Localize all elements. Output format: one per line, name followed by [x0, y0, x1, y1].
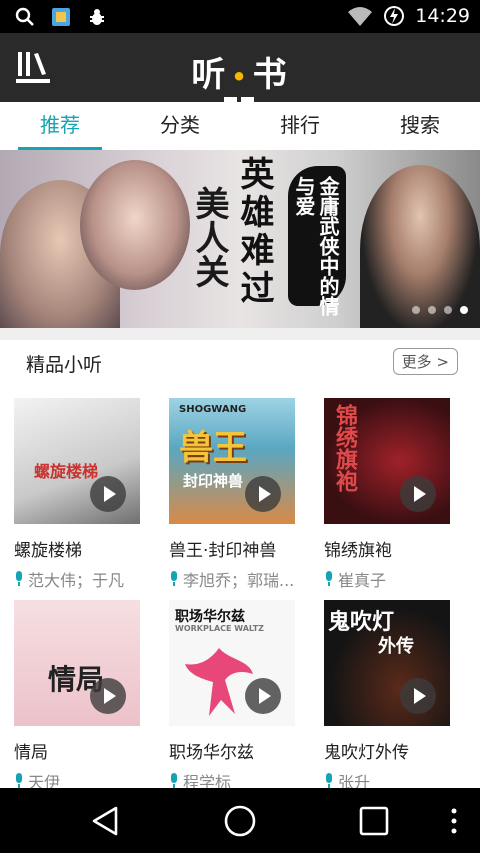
main-content: 精品小听 更多 > 螺旋楼梯 螺旋楼梯 范大伟；于凡 SHOGWANG 兽王 封… — [0, 328, 480, 788]
book-title: 兽王·封印神兽 — [169, 541, 277, 561]
home-icon[interactable] — [223, 804, 257, 838]
app-header: 听 • 书 — [0, 33, 480, 128]
cover-title: 职场华尔兹 — [175, 609, 245, 625]
book-cover[interactable]: 鬼吹灯 外传 — [324, 600, 450, 726]
cover-title: 螺旋楼梯 — [34, 462, 99, 481]
tab-search[interactable]: 搜索 — [360, 102, 480, 150]
tab-ranking[interactable]: 排行 — [240, 102, 360, 150]
banner-dot-active — [460, 306, 468, 314]
wifi-icon — [348, 7, 373, 26]
narrator-name: 范大伟；于凡 — [28, 571, 125, 590]
book-narrator: 张升 — [324, 769, 464, 788]
narrator-name: 张升 — [338, 773, 371, 788]
more-button[interactable]: 更多 > — [392, 348, 458, 375]
book-narrator: 崔真子 — [324, 567, 464, 591]
app-title: 听 • 书 — [0, 47, 480, 96]
book-card[interactable]: 鬼吹灯 外传 鬼吹灯外传 张升 — [324, 600, 464, 788]
book-title: 锦绣旗袍 — [324, 541, 392, 561]
book-title: 螺旋楼梯 — [14, 541, 82, 561]
narrator-mic-icon — [171, 773, 177, 788]
app-notification-icon — [52, 8, 70, 26]
search-icon — [15, 7, 34, 26]
book-card[interactable]: 职场华尔兹 WORKPLACE WALTZ 职场华尔兹 程学标 — [169, 600, 309, 788]
book-narrator: 范大伟；于凡 — [14, 567, 154, 591]
banner-calligraphy-main: 英雄难过 — [234, 156, 274, 308]
status-bar: 14:29 — [0, 0, 480, 33]
banner-ink-text: 金庸武侠中的情与爱 — [292, 176, 340, 316]
app-title-left: 听 — [191, 55, 228, 95]
promo-banner[interactable]: 英雄难过 美人关 金庸武侠中的情与爱 — [0, 150, 480, 328]
banner-dot — [428, 306, 436, 314]
book-narrator: 李旭乔；郭瑞... — [169, 567, 309, 591]
play-icon[interactable] — [400, 678, 436, 714]
narrator-name: 李旭乔；郭瑞... — [183, 571, 295, 590]
recent-apps-icon[interactable] — [357, 804, 391, 838]
cover-title: 锦绣旗袍 — [332, 404, 357, 492]
banner-dot — [444, 306, 452, 314]
tab-recommend[interactable]: 推荐 — [0, 102, 120, 150]
cover-subtitle: 外传 — [378, 636, 414, 657]
status-time: 14:29 — [415, 5, 470, 27]
play-icon[interactable] — [90, 476, 126, 512]
dancer-illustration — [185, 648, 253, 716]
cover-subtitle: WORKPLACE WALTZ — [175, 624, 264, 633]
section-title: 精品小听 — [26, 354, 103, 376]
back-icon[interactable] — [88, 804, 122, 838]
book-card[interactable]: 锦绣旗袍 锦绣旗袍 崔真子 — [324, 398, 464, 591]
banner-page-indicator — [412, 306, 468, 314]
play-icon[interactable] — [245, 678, 281, 714]
book-narrator: 天伊 — [14, 769, 154, 788]
book-title: 情局 — [14, 743, 48, 763]
banner-calligraphy-secondary: 美人关 — [189, 186, 229, 288]
book-title: 职场华尔兹 — [169, 743, 254, 763]
book-title: 鬼吹灯外传 — [324, 743, 409, 763]
book-card[interactable]: SHOGWANG 兽王 封印神兽 兽王·封印神兽 李旭乔；郭瑞... — [169, 398, 309, 591]
narrator-name: 崔真子 — [338, 571, 387, 590]
section-divider — [0, 328, 480, 340]
cover-brand: SHOGWANG — [179, 404, 247, 415]
narrator-name: 程学标 — [183, 773, 232, 788]
cover-title: 兽王 — [179, 428, 247, 468]
book-cover[interactable]: 职场华尔兹 WORKPLACE WALTZ — [169, 600, 295, 726]
narrator-mic-icon — [326, 773, 332, 788]
app-title-dot: • — [231, 62, 249, 91]
overflow-menu-icon[interactable] — [448, 804, 460, 838]
tab-category[interactable]: 分类 — [120, 102, 240, 150]
tab-bar: 推荐 分类 排行 搜索 — [0, 102, 480, 150]
narrator-mic-icon — [16, 571, 22, 586]
book-cover[interactable]: 锦绣旗袍 — [324, 398, 450, 524]
system-nav-bar — [0, 788, 480, 853]
cover-subtitle: 封印神兽 — [183, 472, 244, 490]
narrator-name: 天伊 — [28, 773, 61, 788]
book-cover[interactable]: 情局 — [14, 600, 140, 726]
debug-bug-icon — [90, 9, 104, 25]
narrator-mic-icon — [326, 571, 332, 586]
book-cover[interactable]: SHOGWANG 兽王 封印神兽 — [169, 398, 295, 524]
book-card[interactable]: 螺旋楼梯 螺旋楼梯 范大伟；于凡 — [14, 398, 154, 591]
section-header: 精品小听 更多 > — [0, 340, 480, 388]
narrator-mic-icon — [16, 773, 22, 788]
play-icon[interactable] — [90, 678, 126, 714]
book-narrator: 程学标 — [169, 769, 309, 788]
book-cover[interactable]: 螺旋楼梯 — [14, 398, 140, 524]
book-card[interactable]: 情局 情局 天伊 — [14, 600, 154, 788]
play-icon[interactable] — [400, 476, 436, 512]
banner-figure-right — [360, 165, 480, 328]
banner-figure-center — [80, 160, 190, 290]
narrator-mic-icon — [171, 571, 177, 586]
banner-dot — [412, 306, 420, 314]
app-title-right: 书 — [252, 55, 289, 95]
play-icon[interactable] — [245, 476, 281, 512]
battery-charging-icon — [384, 6, 405, 26]
